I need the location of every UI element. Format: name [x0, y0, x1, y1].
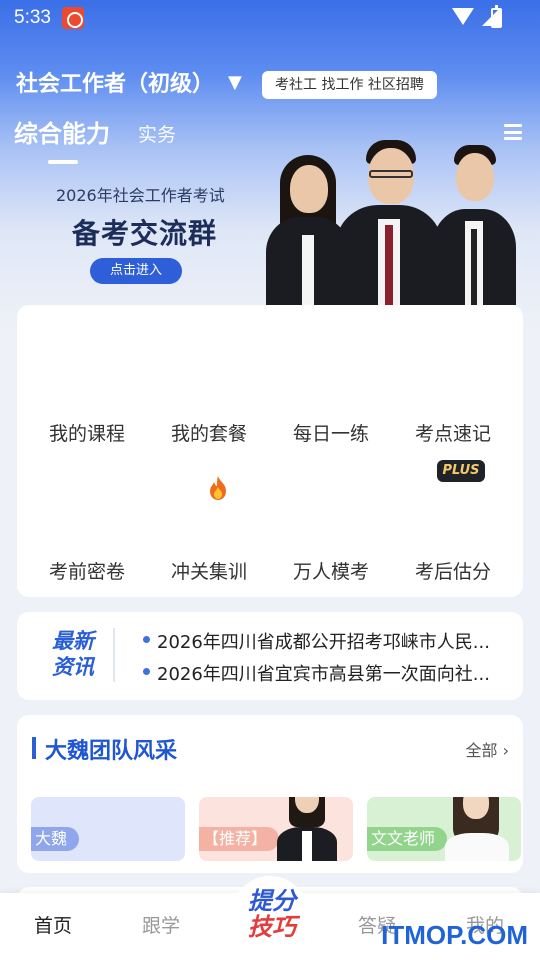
exam-title: 社会工作者（初级）	[16, 72, 215, 97]
nav-home[interactable]: 首页	[34, 911, 72, 938]
teacher-photo	[443, 797, 513, 861]
banner-subtitle: 2026年社会工作者考试	[56, 186, 225, 205]
teacher-photo-right	[432, 145, 516, 305]
news-item[interactable]: 2026年四川省成都公开招考邛崃市人民...	[157, 628, 517, 654]
menu-icon[interactable]	[504, 124, 522, 140]
status-time: 5:33	[14, 7, 51, 28]
news-bullet-icon	[143, 668, 150, 675]
plus-badge: PLUS	[437, 460, 485, 482]
teacher-label: 【推荐】	[199, 827, 280, 851]
exam-selector[interactable]: 社会工作者（初级） ▼	[16, 66, 242, 98]
section-marker	[32, 737, 36, 759]
tags-pill[interactable]: 考社工 找工作 社区招聘	[262, 71, 437, 99]
grid-item-intensive-training[interactable]: 冲关集训	[149, 557, 269, 584]
grid-item-score-estimate[interactable]: 考后估分	[393, 557, 513, 584]
teacher-card-recommended[interactable]: 【推荐】	[199, 797, 353, 861]
center-logo-top: 提分	[248, 887, 296, 915]
feature-grid: 我的课程 我的套餐 每日一练 考点速记 PLUS 考前密卷 冲关集训 万人模考 …	[17, 305, 523, 597]
news-bullet-icon	[143, 636, 150, 643]
teacher-label: 文文老师	[367, 827, 448, 851]
teacher-label: 大魏	[31, 827, 80, 851]
banner-enter-button[interactable]: 点击进入	[90, 258, 182, 284]
view-all-label: 全部	[465, 741, 498, 760]
news-card: 最新资讯 2026年四川省成都公开招考邛崃市人民... 2026年四川省宜宾市高…	[17, 612, 523, 700]
teacher-photo-center	[336, 140, 442, 305]
watermark: ITMOP.COM	[381, 920, 528, 950]
grid-item-my-packages[interactable]: 我的套餐	[149, 419, 269, 446]
chevron-down-icon: ▼	[228, 71, 242, 93]
view-all-link[interactable]: 全部 ›	[466, 737, 510, 761]
news-item[interactable]: 2026年四川省宜宾市高县第一次面向社...	[157, 660, 517, 686]
grid-item-key-points[interactable]: 考点速记	[393, 419, 513, 446]
team-title: 大魏团队风采	[45, 739, 178, 764]
grid-item-mock-exam[interactable]: 万人模考	[271, 557, 391, 584]
grid-item-my-courses[interactable]: 我的课程	[27, 419, 147, 446]
chevron-right-icon: ›	[497, 741, 509, 760]
promo-banner[interactable]: 2026年社会工作者考试 备考交流群 点击进入	[0, 140, 540, 305]
status-bar: 5:33	[0, 0, 540, 36]
teacher-card-wenwen[interactable]: 文文老师	[367, 797, 521, 861]
fire-icon	[210, 476, 226, 500]
app-notification-icon	[62, 7, 84, 29]
teacher-card-dawei[interactable]: 大魏	[31, 797, 185, 861]
wifi-icon	[452, 8, 474, 26]
nav-follow-study[interactable]: 跟学	[142, 911, 180, 938]
center-logo-bottom: 技巧	[248, 913, 296, 941]
center-logo-text: 提分 技巧	[240, 888, 304, 940]
news-divider	[113, 628, 115, 682]
grid-item-daily-practice[interactable]: 每日一练	[271, 419, 391, 446]
team-card: 大魏团队风采 全部 › 大魏 【推荐】 文文老师	[17, 715, 523, 873]
banner-title: 备考交流群	[72, 217, 218, 250]
news-label: 最新资讯	[52, 629, 94, 679]
battery-icon	[491, 5, 502, 28]
grid-item-pre-exam-papers[interactable]: 考前密卷	[27, 557, 147, 584]
teacher-photo	[275, 797, 339, 861]
